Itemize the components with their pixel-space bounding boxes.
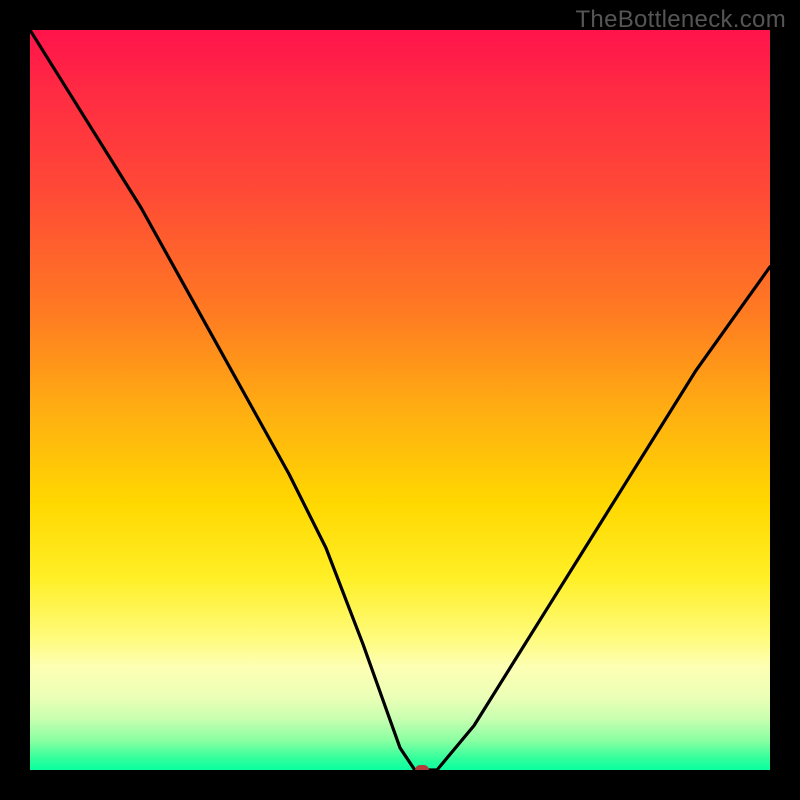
bottleneck-curve	[30, 30, 770, 770]
chart-frame: TheBottleneck.com	[0, 0, 800, 800]
bottleneck-marker	[415, 765, 429, 770]
watermark-text: TheBottleneck.com	[575, 6, 786, 34]
plot-area	[30, 30, 770, 770]
